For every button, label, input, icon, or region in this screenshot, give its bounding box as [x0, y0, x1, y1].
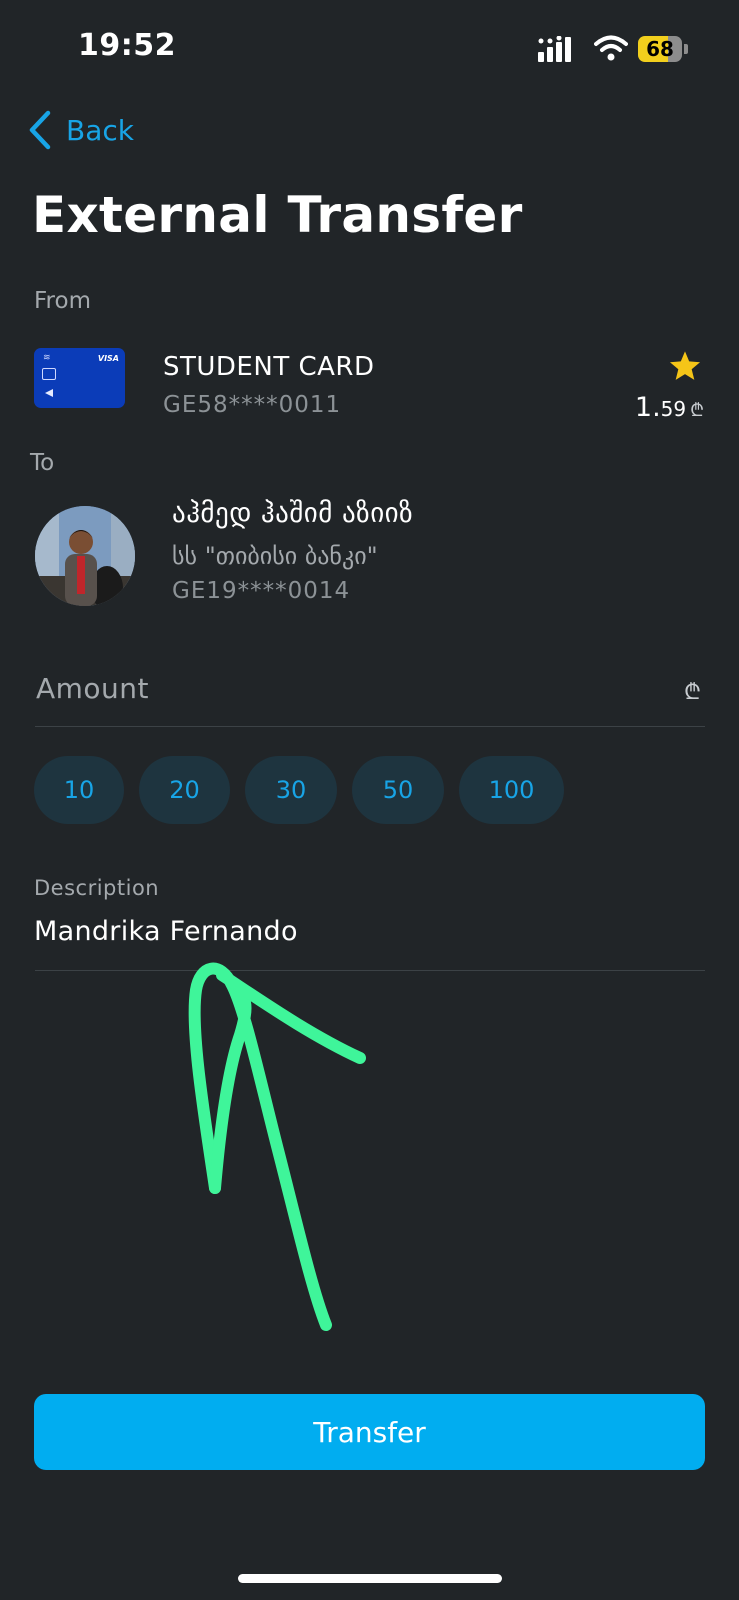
recipient-bank: სს "თიბისი ბანკი" [172, 542, 378, 570]
card-chip-icon [42, 368, 56, 380]
star-icon[interactable] [668, 350, 702, 382]
chevron-left-icon [29, 110, 51, 150]
balance-whole: 1. [634, 392, 661, 423]
send-icon [45, 389, 53, 397]
battery-icon: 68 [638, 36, 682, 62]
account-balance: 1.59 ₾ [635, 392, 704, 423]
quick-amount-100[interactable]: 100 [459, 756, 564, 824]
recipient-name[interactable]: აჰმედ ჰაშიმ აზიიზ [172, 498, 413, 529]
balance-fraction: 59 [660, 397, 687, 421]
back-button[interactable]: Back [28, 108, 134, 152]
card-thumbnail: ≋ VISA [34, 348, 125, 408]
description-label: Description [34, 876, 160, 900]
page-title: External Transfer [32, 186, 523, 244]
transfer-button[interactable]: Transfer [34, 1394, 705, 1470]
visa-logo: VISA [97, 354, 119, 363]
cellular-signal-icon [538, 36, 571, 62]
from-label: From [34, 288, 91, 314]
amount-input[interactable]: Amount [36, 672, 149, 705]
lari-currency-icon: ₾ [684, 680, 701, 705]
recipient-account-number: GE19****0014 [172, 578, 351, 604]
home-indicator[interactable] [238, 1574, 502, 1583]
quick-amount-20[interactable]: 20 [139, 756, 230, 824]
description-divider [35, 970, 705, 971]
amount-divider [35, 726, 705, 727]
source-account-number: GE58****0011 [163, 392, 342, 418]
status-time: 19:52 [78, 28, 176, 63]
source-account-name[interactable]: STUDENT CARD [163, 352, 375, 382]
contactless-icon: ≋ [43, 353, 51, 363]
quick-amount-30[interactable]: 30 [245, 756, 337, 824]
wifi-icon [594, 35, 628, 61]
quick-amount-50[interactable]: 50 [352, 756, 444, 824]
quick-amount-10[interactable]: 10 [34, 756, 124, 824]
lari-currency-icon: ₾ [690, 400, 704, 421]
person-photo-icon [35, 506, 135, 606]
to-label: To [30, 450, 55, 476]
recipient-avatar [35, 506, 135, 606]
back-label: Back [66, 113, 134, 147]
description-field[interactable]: Mandrika Fernando [34, 916, 298, 947]
quick-amount-chips: 10 20 30 50 100 [34, 756, 564, 824]
battery-tip [684, 44, 688, 54]
